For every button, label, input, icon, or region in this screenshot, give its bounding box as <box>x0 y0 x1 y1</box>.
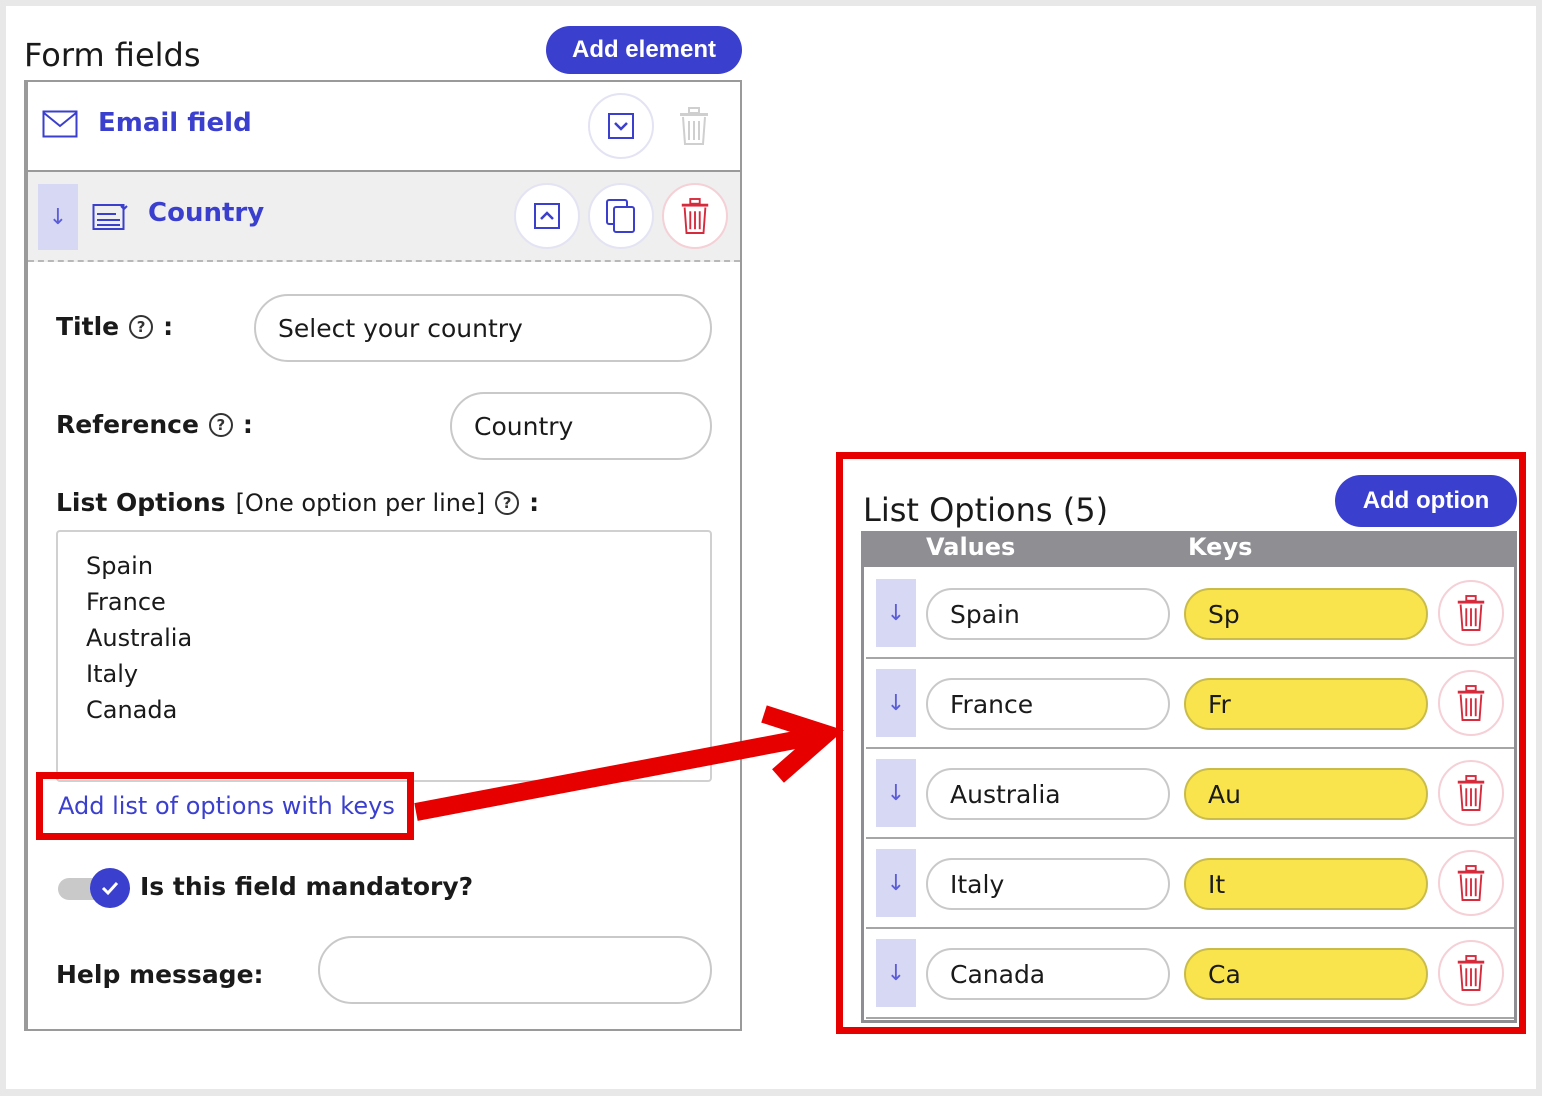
option-value-input[interactable]: France <box>926 678 1170 730</box>
option-row: ↓ Italy It <box>866 839 1514 929</box>
colon: : <box>163 312 174 341</box>
drag-handle[interactable]: ↓ <box>876 579 916 647</box>
delete-option-button[interactable] <box>1438 940 1504 1006</box>
list-options-hint: [One option per line] <box>235 488 486 517</box>
drag-handle[interactable]: ↓ <box>876 849 916 917</box>
option-line: France <box>86 588 166 616</box>
add-option-button[interactable]: Add option <box>1335 475 1517 527</box>
trash-icon <box>1457 595 1485 631</box>
delete-option-button[interactable] <box>1438 850 1504 916</box>
country-field-label: Country <box>148 198 265 228</box>
help-icon[interactable]: ? <box>208 412 233 437</box>
option-key-input[interactable]: Fr <box>1184 678 1428 730</box>
colon: : <box>529 488 540 517</box>
copy-icon <box>606 199 635 233</box>
option-line: Spain <box>86 552 154 580</box>
column-header-values: Values <box>926 533 1016 561</box>
drag-handle[interactable]: ↓ <box>876 759 916 827</box>
reference-input[interactable]: Country <box>450 392 712 460</box>
trash-icon <box>1457 955 1485 991</box>
column-header-keys: Keys <box>1188 533 1253 561</box>
form-fields-panel: Email field ↓ Country Title ?: Select y… <box>24 80 742 1031</box>
delete-option-button[interactable] <box>1438 760 1504 826</box>
option-value-input[interactable]: Canada <box>926 948 1170 1000</box>
mandatory-toggle[interactable] <box>90 868 130 908</box>
check-icon <box>101 881 119 896</box>
option-key-input[interactable]: Ca <box>1184 948 1428 1000</box>
trash-icon <box>1457 685 1485 721</box>
list-options-label: List Options <box>56 488 226 517</box>
canvas: Form fields Add element Email field ↓ Co… <box>6 6 1536 1089</box>
list-options-title: List Options (5) <box>863 491 1109 529</box>
option-key-input[interactable]: Sp <box>1184 588 1428 640</box>
table-header: Values Keys <box>864 531 1514 567</box>
option-row: ↓ Spain Sp <box>866 569 1514 659</box>
option-line: Italy <box>86 660 139 688</box>
country-field-row[interactable]: ↓ Country <box>28 172 740 262</box>
form-fields-title: Form fields <box>24 36 201 74</box>
drag-handle[interactable]: ↓ <box>876 939 916 1007</box>
trash-icon <box>1457 775 1485 811</box>
option-row: ↓ Canada Ca <box>866 929 1514 1019</box>
delete-option-button[interactable] <box>1438 580 1504 646</box>
help-icon[interactable]: ? <box>129 314 154 339</box>
option-value-input[interactable]: Spain <box>926 588 1170 640</box>
duplicate-button[interactable] <box>588 183 654 249</box>
help-message-input[interactable] <box>318 936 712 1004</box>
title-label: Title <box>56 312 120 341</box>
envelope-icon <box>42 110 78 142</box>
chevron-down-icon <box>608 113 634 139</box>
expand-button[interactable] <box>588 93 654 159</box>
reference-label-group: Reference ? : <box>56 410 253 439</box>
help-message-label: Help message: <box>56 960 264 989</box>
add-element-button[interactable]: Add element <box>546 26 742 74</box>
delete-field-button[interactable] <box>662 183 728 249</box>
options-table: Values Keys ↓ Spain Sp ↓ France Fr ↓ Aus… <box>861 531 1517 1023</box>
reference-label: Reference <box>56 410 199 439</box>
trash-icon <box>1457 865 1485 901</box>
option-value-input[interactable]: Italy <box>926 858 1170 910</box>
help-icon[interactable]: ? <box>495 490 520 515</box>
arrow-icon <box>414 705 844 821</box>
list-options-label-group: List Options [One option per line] ? : <box>56 488 539 517</box>
trash-icon-disabled <box>676 106 712 150</box>
collapse-button[interactable] <box>514 183 580 249</box>
chevron-up-icon <box>534 203 560 229</box>
option-value-input[interactable]: Australia <box>926 768 1170 820</box>
drag-handle[interactable]: ↓ <box>876 669 916 737</box>
title-label-group: Title ? : <box>56 312 173 341</box>
mandatory-label: Is this field mandatory? <box>140 872 474 901</box>
email-field-label: Email field <box>98 108 252 138</box>
title-input[interactable]: Select your country <box>254 294 712 362</box>
list-options-panel: List Options (5) Add option Values Keys … <box>836 452 1526 1034</box>
trash-icon <box>681 198 709 234</box>
delete-option-button[interactable] <box>1438 670 1504 736</box>
option-row: ↓ Australia Au <box>866 749 1514 839</box>
colon: : <box>242 410 253 439</box>
option-row: ↓ France Fr <box>866 659 1514 749</box>
drag-handle[interactable]: ↓ <box>38 184 78 250</box>
option-line: Australia <box>86 624 193 652</box>
select-list-icon <box>92 202 130 236</box>
option-key-input[interactable]: Au <box>1184 768 1428 820</box>
option-key-input[interactable]: It <box>1184 858 1428 910</box>
add-list-with-keys-link[interactable]: Add list of options with keys <box>58 792 395 820</box>
email-field-row[interactable]: Email field <box>28 82 740 172</box>
